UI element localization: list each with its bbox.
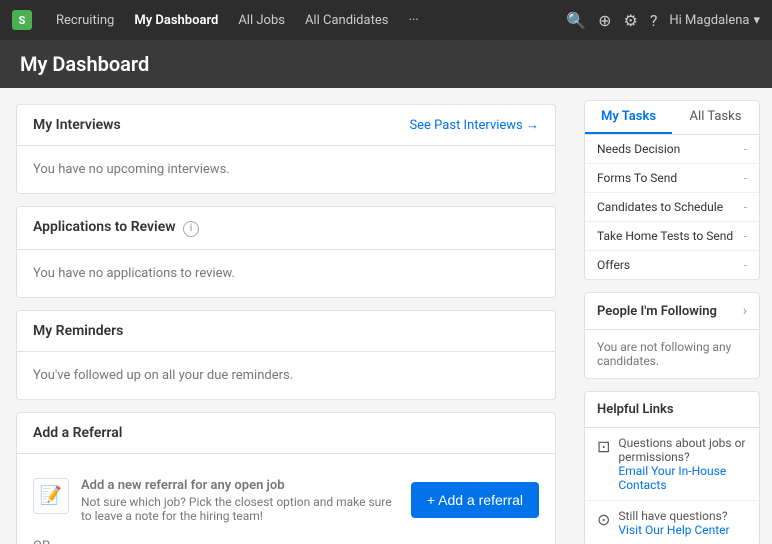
applications-title: Applications to Review i (33, 219, 199, 237)
referral-card: Add a Referral 📝 Add a new referral for … (16, 412, 556, 544)
nav-more[interactable]: ··· (400, 9, 426, 32)
interviews-body: You have no upcoming interviews. (17, 146, 555, 193)
following-title: People I'm Following (597, 304, 717, 319)
referral-title: Add a Referral (33, 425, 122, 441)
task-forms-to-send: Forms To Send - (585, 164, 759, 193)
helpful-item-0: ⊡ Questions about jobs or permissions? E… (585, 428, 759, 501)
or-divider: OR (33, 531, 539, 544)
right-panel: My Tasks All Tasks Needs Decision - Form… (572, 88, 772, 544)
task-candidates-to-schedule: Candidates to Schedule - (585, 193, 759, 222)
app-logo: S (12, 10, 32, 30)
nav-recruiting[interactable]: Recruiting (48, 9, 122, 32)
task-needs-decision-label: Needs Decision (597, 142, 680, 156)
add-referral-button[interactable]: + Add a referral (411, 482, 539, 518)
tasks-card: My Tasks All Tasks Needs Decision - Form… (584, 100, 760, 280)
task-offers-value: - (744, 258, 747, 272)
task-needs-decision-value: - (744, 142, 747, 156)
following-chevron-icon[interactable]: › (743, 303, 747, 319)
nav-links: Recruiting My Dashboard All Jobs All Can… (48, 9, 427, 32)
task-forms-to-send-value: - (744, 171, 747, 185)
interviews-empty-message: You have no upcoming interviews. (33, 162, 230, 177)
interviews-header: My Interviews See Past Interviews → (17, 105, 555, 146)
referral-add-text: Add a new referral for any open job Not … (81, 478, 399, 523)
applications-body: You have no applications to review. (17, 250, 555, 297)
helpful-text-0: Questions about jobs or permissions? Ema… (618, 436, 747, 492)
reminders-empty-message: You've followed up on all your due remin… (33, 368, 293, 383)
helpful-links-header: Helpful Links (585, 392, 759, 428)
referral-add-heading: Add a new referral for any open job (81, 478, 285, 493)
referral-add-description: Not sure which job? Pick the closest opt… (81, 495, 399, 523)
helpful-text-1: Still have questions? Visit Our Help Cen… (618, 509, 729, 537)
helpful-item-1: ⊙ Still have questions? Visit Our Help C… (585, 501, 759, 544)
add-referral-option: 📝 Add a new referral for any open job No… (33, 470, 539, 531)
all-tasks-tab[interactable]: All Tasks (672, 101, 759, 134)
task-take-home-tests-value: - (744, 229, 747, 243)
applications-header: Applications to Review i (17, 207, 555, 250)
see-past-interviews-link[interactable]: See Past Interviews → (409, 117, 539, 133)
following-body: You are not following any candidates. (585, 330, 759, 378)
left-panel: My Interviews See Past Interviews → You … (0, 88, 572, 544)
interviews-card: My Interviews See Past Interviews → You … (16, 104, 556, 194)
helpful-link-1[interactable]: Visit Our Help Center (618, 523, 729, 537)
following-empty-message: You are not following any candidates. (597, 340, 731, 368)
referral-add-icon: 📝 (33, 478, 69, 514)
page-title-bar: My Dashboard (0, 40, 772, 88)
page-title: My Dashboard (20, 52, 752, 76)
helpful-link-0[interactable]: Email Your In-House Contacts (618, 464, 747, 492)
search-icon[interactable]: 🔍 (566, 11, 586, 30)
applications-empty-message: You have no applications to review. (33, 266, 235, 281)
following-card: People I'm Following › You are not follo… (584, 292, 760, 379)
nav-all-candidates[interactable]: All Candidates (297, 9, 397, 32)
chevron-down-icon: ▾ (753, 13, 760, 28)
referral-body: 📝 Add a new referral for any open job No… (17, 454, 555, 544)
task-take-home-tests: Take Home Tests to Send - (585, 222, 759, 251)
helpful-icon-1: ⊙ (597, 510, 610, 529)
nav-my-dashboard[interactable]: My Dashboard (126, 9, 226, 32)
reminders-card: My Reminders You've followed up on all y… (16, 310, 556, 400)
task-candidates-to-schedule-label: Candidates to Schedule (597, 200, 723, 214)
help-icon[interactable]: ? (650, 11, 658, 30)
referral-header: Add a Referral (17, 413, 555, 454)
interviews-title: My Interviews (33, 117, 121, 133)
reminders-title: My Reminders (33, 323, 123, 339)
tasks-tabs: My Tasks All Tasks (585, 101, 759, 135)
reminders-body: You've followed up on all your due remin… (17, 352, 555, 399)
settings-icon[interactable]: ⚙ (623, 11, 637, 30)
helpful-icon-0: ⊡ (597, 437, 610, 456)
following-header: People I'm Following › (585, 293, 759, 330)
helpful-links-card: Helpful Links ⊡ Questions about jobs or … (584, 391, 760, 544)
task-needs-decision: Needs Decision - (585, 135, 759, 164)
nav-all-jobs[interactable]: All Jobs (230, 9, 293, 32)
add-icon[interactable]: ⊕ (598, 11, 611, 30)
task-forms-to-send-label: Forms To Send (597, 171, 677, 185)
task-offers: Offers - (585, 251, 759, 279)
main-layout: My Interviews See Past Interviews → You … (0, 88, 772, 544)
task-candidates-to-schedule-value: - (744, 200, 747, 214)
reminders-header: My Reminders (17, 311, 555, 352)
user-menu[interactable]: Hi Magdalena ▾ (669, 13, 760, 28)
task-offers-label: Offers (597, 258, 630, 272)
applications-card: Applications to Review i You have no app… (16, 206, 556, 298)
task-take-home-tests-label: Take Home Tests to Send (597, 229, 733, 243)
applications-info-icon[interactable]: i (183, 221, 199, 237)
my-tasks-tab[interactable]: My Tasks (585, 101, 672, 134)
tasks-list: Needs Decision - Forms To Send - Candida… (585, 135, 759, 279)
top-navigation: S Recruiting My Dashboard All Jobs All C… (0, 0, 772, 40)
nav-icons: 🔍 ⊕ ⚙ ? Hi Magdalena ▾ (566, 11, 760, 30)
